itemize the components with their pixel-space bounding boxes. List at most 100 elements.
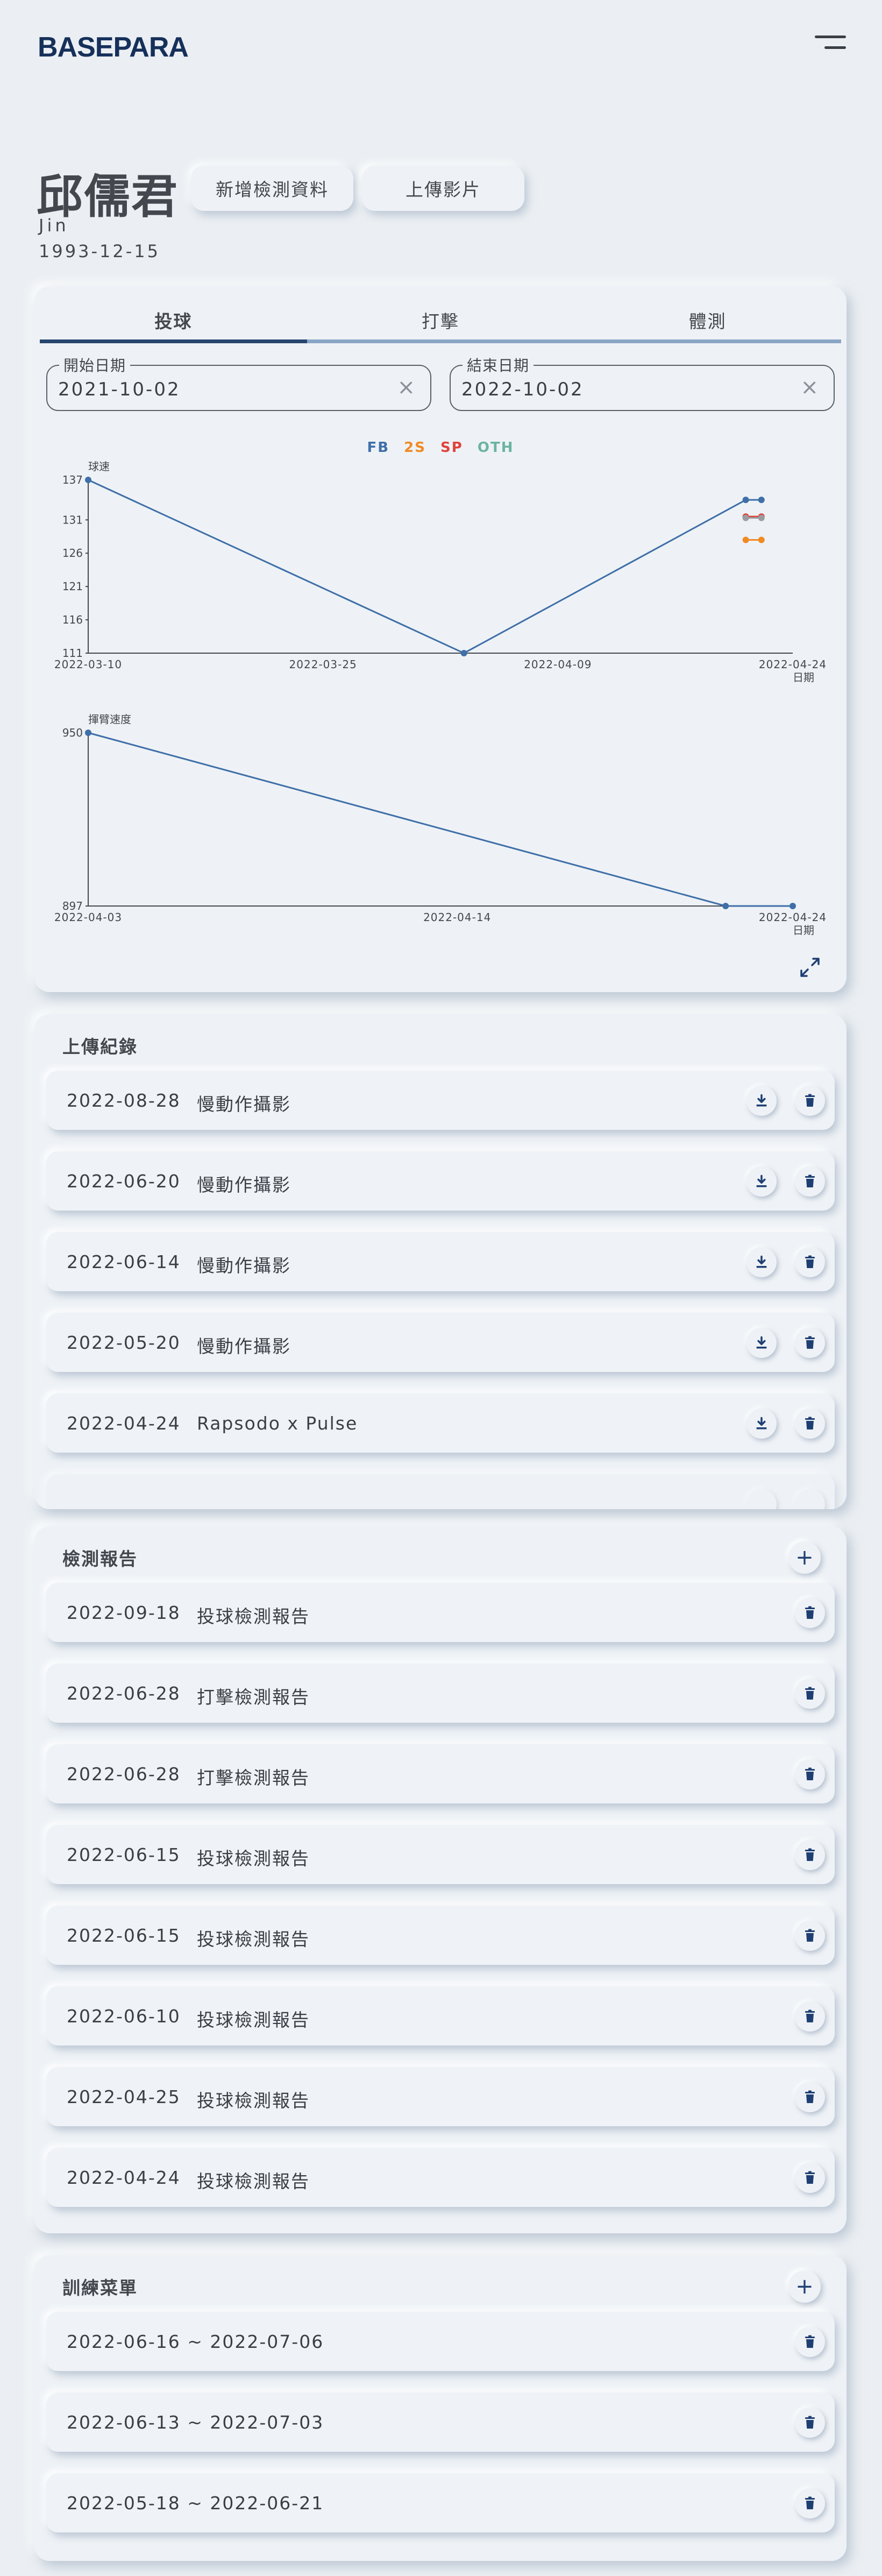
trash-icon[interactable] — [795, 2488, 825, 2518]
tab-batting[interactable]: 打擊 — [307, 306, 574, 343]
x-axis-label: 日期 — [793, 924, 814, 937]
legend-fb[interactable]: FB — [367, 440, 390, 456]
report-row[interactable]: 2022-06-28 打擊檢測報告 — [46, 1664, 835, 1723]
tab-pitching[interactable]: 投球 — [40, 306, 307, 343]
trash-icon[interactable] — [795, 1759, 825, 1789]
trash-icon[interactable] — [795, 1921, 825, 1951]
download-icon[interactable] — [746, 1489, 777, 1509]
legend-sp[interactable]: SP — [440, 440, 463, 456]
report-row[interactable]: 2022-04-25 投球檢測報告 — [46, 2067, 835, 2126]
download-icon[interactable] — [746, 1086, 777, 1116]
trash-icon[interactable] — [795, 1840, 825, 1870]
data-point-fb[interactable] — [742, 497, 749, 504]
upload-row[interactable]: 2022-06-14 慢動作攝影 — [46, 1232, 835, 1291]
series-line-fb — [88, 732, 793, 907]
player-birthdate: 1993-12-15 — [39, 241, 160, 261]
y-tick-label: 116 — [62, 613, 83, 626]
training-row[interactable]: 2022-06-13 ~ 2022-07-03 — [46, 2393, 835, 2452]
download-icon[interactable] — [746, 1247, 777, 1277]
trash-icon[interactable] — [795, 2163, 825, 2193]
add-test-data-button[interactable]: 新增檢測資料 — [191, 166, 353, 211]
download-icon[interactable] — [746, 1166, 777, 1197]
clear-end-date-icon[interactable]: × — [800, 377, 819, 398]
arm-speed-chart: 揮臂速度日期8979502022-04-03 2022-04-14 2022-04-… — [54, 713, 827, 937]
stats-card: 投球 打擊 體測 開始日期 2021-10-02 × 結束日期 2022-10-… — [34, 286, 847, 992]
stats-tabs: 投球 打擊 體測 — [40, 306, 841, 343]
y-axis-label: 揮臂速度 — [88, 713, 131, 726]
logo[interactable]: BASEPARA — [38, 31, 189, 63]
report-row[interactable]: 2022-06-10 投球檢測報告 — [46, 1986, 835, 2046]
end-date-value[interactable]: 2022-10-02 — [461, 379, 584, 400]
report-date: 2022-06-15 — [67, 1925, 181, 1946]
legend-2s[interactable]: 2S — [404, 440, 426, 456]
trash-icon[interactable] — [795, 2408, 825, 2438]
trash-icon[interactable] — [795, 1679, 825, 1709]
trash-icon[interactable] — [795, 2001, 825, 2032]
legend-oth[interactable]: OTH — [478, 440, 514, 456]
upload-row[interactable]: 2022-08-28 慢動作攝影 — [46, 1071, 835, 1130]
data-point-oth[interactable] — [758, 514, 765, 521]
report-type: 投球檢測報告 — [197, 1606, 310, 1627]
download-icon[interactable] — [746, 1409, 777, 1439]
upload-row[interactable]: 2022-06-20 慢動作攝影 — [46, 1151, 835, 1211]
report-row[interactable]: 2022-06-28 打擊檢測報告 — [46, 1744, 835, 1803]
data-point-fb[interactable] — [758, 497, 765, 504]
upload-date: 2022-06-14 — [67, 1251, 181, 1272]
trash-icon[interactable] — [795, 1086, 825, 1116]
report-row[interactable]: 2022-06-15 投球檢測報告 — [46, 1906, 835, 1965]
training-date-range: 2022-06-13 ~ 2022-07-03 — [67, 2412, 324, 2433]
upload-row[interactable]: 2022-04-24 Rapsodo x Pulse — [46, 1393, 835, 1453]
download-icon[interactable] — [746, 1328, 777, 1358]
report-type: 投球檢測報告 — [197, 2090, 310, 2111]
add-training-button[interactable]: + — [788, 2270, 821, 2303]
upload-date: 2022-08-28 — [67, 1090, 181, 1111]
report-type: 投球檢測報告 — [197, 2171, 310, 2192]
x-tick-label: 2022-04-24 — [759, 658, 827, 671]
data-point-2s[interactable] — [758, 536, 765, 543]
report-type: 投球檢測報告 — [197, 2009, 310, 2030]
x-tick-label: 2022-03-10 — [54, 658, 122, 671]
report-date: 2022-06-15 — [67, 1844, 181, 1865]
trash-icon[interactable] — [795, 1247, 825, 1277]
data-point-2s[interactable] — [742, 536, 749, 543]
trash-icon[interactable] — [795, 1328, 825, 1358]
trash-icon[interactable] — [795, 1489, 825, 1509]
trash-icon[interactable] — [795, 2082, 825, 2112]
menu-icon[interactable] — [815, 36, 846, 52]
trash-icon[interactable] — [795, 2327, 825, 2357]
chart-axis — [88, 730, 793, 907]
training-row[interactable]: 2022-06-16 ~ 2022-07-06 — [46, 2312, 835, 2371]
upload-date: 2022-05-20 — [67, 1332, 181, 1353]
report-date: 2022-06-28 — [67, 1683, 181, 1704]
data-point-oth[interactable] — [742, 514, 749, 521]
start-date-value[interactable]: 2021-10-02 — [58, 379, 181, 400]
end-date-field[interactable]: 結束日期 2022-10-02 × — [450, 354, 835, 411]
report-row[interactable]: 2022-06-15 投球檢測報告 — [46, 1825, 835, 1884]
trash-icon[interactable] — [795, 1598, 825, 1628]
x-tick-label: 2022-04-14 — [423, 911, 491, 924]
tab-physical[interactable]: 體測 — [574, 306, 841, 343]
x-tick-label: 2022-04-24 — [759, 911, 827, 924]
data-point-fb[interactable] — [85, 477, 91, 483]
upload-row-partial[interactable] — [46, 1474, 835, 1509]
upload-type: 慢動作攝影 — [197, 1174, 291, 1195]
data-point-fb[interactable] — [460, 650, 467, 656]
report-row[interactable]: 2022-04-24 投球檢測報告 — [46, 2148, 835, 2207]
trash-icon[interactable] — [795, 1166, 825, 1197]
expand-icon[interactable] — [799, 957, 821, 978]
clear-start-date-icon[interactable]: × — [397, 377, 415, 398]
start-date-field[interactable]: 開始日期 2021-10-02 × — [46, 354, 431, 411]
report-row[interactable]: 2022-09-18 投球檢測報告 — [46, 1583, 835, 1642]
chart-legend: FB 2S SP OTH — [34, 440, 847, 456]
upload-video-button[interactable]: 上傳影片 — [362, 166, 524, 211]
add-report-button[interactable]: + — [788, 1541, 821, 1574]
chart-axis — [88, 477, 793, 654]
trash-icon[interactable] — [795, 1409, 825, 1439]
upload-row[interactable]: 2022-05-20 慢動作攝影 — [46, 1313, 835, 1372]
velocity-chart: 球速日期1111161211261311372022-03-10 2022-03-… — [54, 460, 827, 684]
data-point-fb[interactable] — [789, 903, 796, 909]
training-row[interactable]: 2022-05-18 ~ 2022-06-21 — [46, 2473, 835, 2532]
data-point-fb[interactable] — [722, 903, 729, 909]
data-point-fb[interactable] — [85, 730, 91, 736]
player-english-name: Jin — [39, 215, 69, 236]
